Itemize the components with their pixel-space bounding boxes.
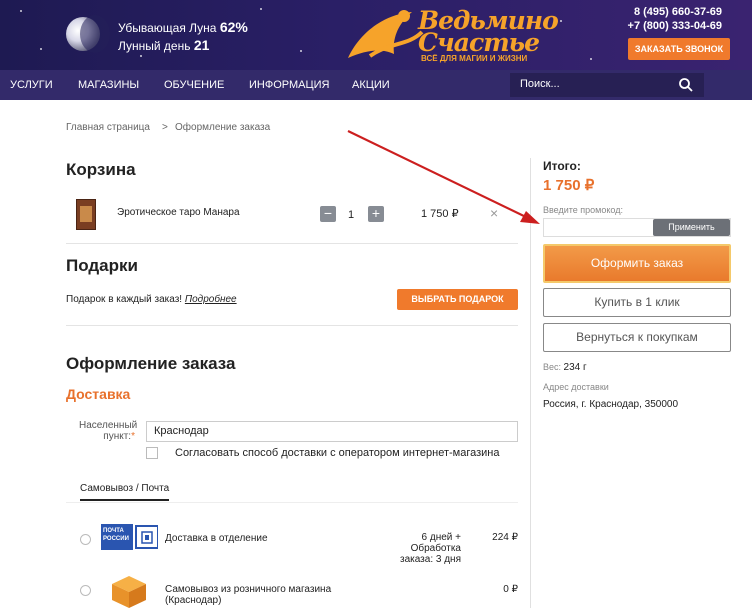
delivery-option-price: 224 ₽ (492, 532, 518, 543)
divider (66, 502, 518, 503)
tab-pickup-post[interactable]: Самовывоз / Почта (80, 483, 170, 501)
logo-text-line2: Счастье (418, 28, 540, 57)
gift-text: Подарок в каждый заказ! (66, 294, 183, 305)
required-mark: * (131, 431, 135, 442)
breadcrumb-separator: > (162, 122, 168, 133)
delivery-option-radio[interactable] (80, 534, 91, 545)
delivery-term-line1: 6 дней + (421, 532, 461, 543)
remove-item-button[interactable]: × (490, 205, 498, 221)
city-label-line2: пункт: (103, 431, 132, 442)
city-label-line1: Населенный (79, 420, 138, 431)
checkout-title: Оформление заказа (66, 354, 236, 373)
moon-day-value: 21 (193, 37, 210, 53)
weight-label: Вес: (543, 362, 562, 372)
site-header: Убывающая Луна 62% Лунный день 21 Ведьми… (0, 0, 752, 70)
promo-label: Введите промокод: (543, 205, 623, 215)
divider (66, 325, 518, 326)
phone-1[interactable]: 8 (495) 660-37-69 (634, 6, 722, 18)
pickup-option-name-line1: Самовывоз из розничного магазина (165, 584, 332, 595)
moon-phase-label: Убывающая Луна (118, 21, 217, 35)
one-click-buy-button[interactable]: Купить в 1 клик (543, 288, 731, 317)
city-value: Краснодар (154, 425, 209, 437)
delivery-term-line2: Обработка (410, 543, 461, 554)
address-label: Адрес доставки (543, 382, 609, 392)
phone-2[interactable]: +7 (800) 333-04-69 (628, 20, 722, 32)
box-icon (112, 576, 146, 608)
star-decoration (20, 10, 22, 12)
star-decoration (40, 48, 42, 50)
product-name[interactable]: Эротическое таро Манара (117, 207, 240, 218)
callback-button[interactable]: ЗАКАЗАТЬ ЗВОНОК (628, 38, 730, 60)
total-value: 1 750 ₽ (543, 177, 595, 194)
post-logo-text-2: РОССИИ (103, 536, 129, 542)
breadcrumb-home[interactable]: Главная страница (66, 122, 150, 133)
pickup-option-name-line2: (Краснодар) (165, 595, 222, 606)
divider (66, 243, 518, 244)
delivery-option-name: Доставка в отделение (165, 533, 268, 544)
post-logo-text-1: ПОЧТА (103, 528, 124, 534)
choose-gift-button[interactable]: ВЫБРАТЬ ПОДАРОК (397, 289, 518, 310)
moon-day: Лунный день 21 (118, 37, 209, 53)
back-to-shopping-button[interactable]: Вернуться к покупкам (543, 323, 731, 352)
moon-phase-value: 62% (219, 19, 248, 35)
nav-item-services[interactable]: УСЛУГИ (10, 70, 53, 100)
breadcrumb-current: Оформление заказа (175, 122, 271, 133)
place-order-button[interactable]: Оформить заказ (543, 244, 731, 283)
total-label: Итого: (543, 159, 581, 173)
address-value: Россия, г. Краснодар, 350000 (543, 399, 679, 410)
moon-day-label: Лунный день (118, 39, 191, 53)
operator-checkbox-label[interactable]: Согласовать способ доставки с оператором… (175, 447, 499, 459)
delivery-term-line3: заказа: 3 дня (399, 554, 461, 565)
pickup-option-price: 0 ₽ (503, 584, 518, 595)
cart-title: Корзина (66, 160, 136, 179)
star-decoration (260, 8, 262, 10)
search-icon[interactable] (678, 77, 694, 93)
nav-item-shops[interactable]: МАГАЗИНЫ (78, 70, 139, 100)
nav-item-promos[interactable]: АКЦИИ (352, 70, 390, 100)
qty-minus-button[interactable]: − (320, 206, 336, 222)
nav-item-learning[interactable]: ОБУЧЕНИЕ (164, 70, 224, 100)
item-price: 1 750 ₽ (421, 208, 459, 220)
search-placeholder: Поиск... (520, 78, 560, 90)
city-input[interactable]: Краснодар (146, 421, 518, 442)
star-decoration (590, 58, 592, 60)
apply-promo-button[interactable]: Применить (653, 219, 730, 236)
nav-item-info[interactable]: ИНФОРМАЦИЯ (249, 70, 329, 100)
moon-phase: Убывающая Луна 62% (118, 19, 248, 35)
search-input[interactable]: Поиск... (510, 73, 704, 97)
logo-tagline: ВСЁ ДЛЯ МАГИИ И ЖИЗНИ (421, 54, 528, 63)
weight-value: 234 г (563, 362, 587, 373)
summary-divider (530, 158, 531, 608)
gifts-title: Подарки (66, 256, 138, 275)
star-decoration (560, 20, 562, 22)
star-decoration (300, 50, 302, 52)
qty-plus-button[interactable]: + (368, 206, 384, 222)
pickup-option-radio[interactable] (80, 585, 91, 596)
star-decoration (140, 55, 142, 57)
delivery-title: Доставка (66, 386, 131, 402)
gift-more-link[interactable]: Подробнее (185, 294, 237, 305)
operator-checkbox[interactable] (146, 447, 158, 459)
qty-value[interactable]: 1 (348, 209, 354, 221)
product-thumbnail[interactable] (76, 199, 96, 230)
